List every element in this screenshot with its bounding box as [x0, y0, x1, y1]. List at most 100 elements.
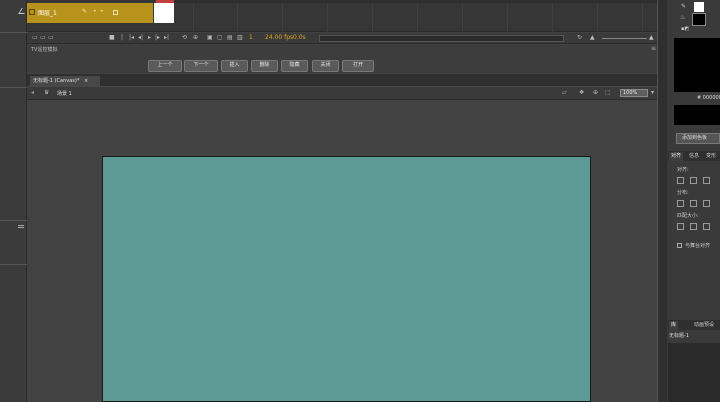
layer-icon: [29, 9, 35, 15]
align-center-icon[interactable]: [690, 177, 697, 184]
stage-canvas[interactable]: [102, 156, 591, 402]
next-button[interactable]: 下一个: [184, 60, 218, 72]
timeline-panel: 图层_1 ✎ • •: [27, 0, 657, 32]
document-tabbar: 无标题-1 (Canvas)* ×: [27, 74, 657, 87]
onion-skin-icon[interactable]: ▣: [207, 34, 213, 41]
fps-value[interactable]: 24.00 fps: [265, 34, 293, 41]
frame-gridline: [372, 3, 373, 32]
edit-symbol-icon[interactable]: ❖: [579, 89, 584, 96]
add-to-swatches-button[interactable]: 添加到色板: [676, 133, 720, 144]
delete-button[interactable]: 删除: [251, 60, 278, 72]
first-frame-icon[interactable]: |◂: [129, 34, 134, 41]
tab-motion-presets[interactable]: 动画预设: [692, 321, 716, 330]
close-button[interactable]: 关闭: [312, 60, 339, 72]
document-tab[interactable]: 无标题-1 (Canvas)* ×: [30, 76, 100, 87]
zoom-out-icon[interactable]: ▲: [590, 34, 595, 41]
back-arrow-icon[interactable]: ◂: [31, 89, 34, 96]
camera-icon[interactable]: ■: [109, 34, 115, 41]
frame-gridline: [193, 3, 194, 32]
frame-gridline: [327, 3, 328, 32]
paint-bucket-icon[interactable]: ♨: [680, 14, 685, 21]
tab-transform[interactable]: 变形: [704, 152, 718, 161]
frame-gridline: [507, 3, 508, 32]
stage-align-label: 与舞台对齐: [685, 243, 711, 249]
vertical-scrollbar[interactable]: [657, 0, 667, 402]
close-tab-icon[interactable]: ×: [84, 78, 88, 84]
layer-name[interactable]: 图层_1: [38, 8, 57, 17]
tab-library[interactable]: 库: [669, 321, 679, 330]
fill-color-swatch[interactable]: [692, 13, 706, 26]
color-preview-bar: [674, 105, 720, 125]
center-frame-icon[interactable]: ⊕: [193, 34, 198, 41]
hide-button[interactable]: 隐藏: [281, 60, 308, 72]
keyframe[interactable]: [154, 3, 174, 23]
divider: [0, 264, 27, 265]
library-list[interactable]: [668, 343, 720, 402]
zoom-select[interactable]: 100%: [620, 89, 648, 97]
timeline-scrollbar[interactable]: [319, 35, 564, 42]
align-label: 对齐:: [677, 167, 689, 173]
prev-frame-icon[interactable]: ◂|: [138, 34, 143, 41]
layer-edit-icon[interactable]: ✎: [82, 8, 87, 15]
library-document-name[interactable]: 无标题-1: [669, 331, 720, 341]
onion-outline-icon[interactable]: ▢: [217, 34, 223, 41]
zoom-in-icon[interactable]: ▲: [649, 34, 654, 41]
panel-menu-icon[interactable]: [18, 225, 24, 228]
open-button[interactable]: 打开: [342, 60, 374, 72]
outline-icon[interactable]: [113, 10, 118, 15]
tab-info[interactable]: 信息: [687, 152, 701, 161]
divider: [0, 87, 27, 88]
toolbar-menu-icon[interactable]: ≡: [651, 45, 656, 52]
tab-align[interactable]: 对齐: [669, 152, 684, 161]
last-frame-icon[interactable]: ▸|: [164, 34, 169, 41]
center-stage-icon[interactable]: ⊕: [593, 89, 598, 96]
new-layer-icon[interactable]: ▭: [32, 34, 38, 41]
timeline-zoom-slider[interactable]: [602, 38, 647, 39]
align-left-icon[interactable]: [677, 177, 684, 184]
align-right-icon[interactable]: [703, 177, 710, 184]
visibility-dot-icon[interactable]: •: [93, 8, 97, 15]
hex-color-field[interactable]: # 000000: [697, 95, 720, 103]
onion-markers-icon[interactable]: ▥: [237, 34, 243, 41]
lock-dot-icon[interactable]: •: [100, 8, 104, 15]
stroke-color-swatch[interactable]: [694, 2, 704, 12]
chevron-down-icon[interactable]: ▾: [651, 89, 654, 96]
delete-layer-icon[interactable]: ▭: [48, 34, 54, 41]
stage-align-checkbox[interactable]: [677, 243, 682, 248]
toolbar-title: TV遥控模拟: [31, 47, 58, 53]
color-picker-area[interactable]: [674, 38, 720, 92]
frame-gridline: [642, 3, 643, 32]
swap-colors-icon[interactable]: ▪◩: [681, 26, 689, 32]
distribute-middle-icon[interactable]: [690, 200, 697, 207]
separator-icon: |: [121, 34, 124, 41]
divider: [0, 220, 27, 221]
new-folder-icon[interactable]: ▭: [40, 34, 46, 41]
play-icon[interactable]: ▸: [148, 34, 151, 41]
elapsed-time: 0.0s: [293, 34, 306, 41]
scene-label[interactable]: 场景 1: [57, 90, 72, 97]
prev-button[interactable]: 上一个: [148, 60, 182, 72]
match-both-icon[interactable]: [703, 223, 710, 230]
frame-gridline: [597, 3, 598, 32]
frame-gridline: [237, 3, 238, 32]
refresh-icon[interactable]: ↻: [577, 34, 582, 41]
align-panel-tabs: 对齐 信息 变形: [668, 151, 720, 161]
match-height-icon[interactable]: [690, 223, 697, 230]
eyedropper-icon[interactable]: ✎: [681, 3, 686, 10]
next-frame-icon[interactable]: |▸: [155, 34, 160, 41]
layer-row[interactable]: 图层_1 ✎ • •: [27, 3, 153, 23]
edit-multiple-icon[interactable]: ▤: [227, 34, 233, 41]
timeline-controls: ▭ ▭ ▭ ■ | |◂ ◂| ▸ |▸ ▸| ⟲ ⊕ ▣ ▢ ▤ ▥ 1 24…: [27, 33, 657, 44]
clip-stage-icon[interactable]: ⬚: [605, 89, 611, 96]
edit-scene-icon[interactable]: ▱: [562, 89, 567, 96]
document-tab-title: 无标题-1 (Canvas)*: [33, 78, 80, 84]
loop-icon[interactable]: ⟲: [182, 34, 187, 41]
insert-button[interactable]: 插入: [221, 60, 248, 72]
match-width-icon[interactable]: [677, 223, 684, 230]
edit-bar: ◂ ♛ 场景 1 ▱ ❖ ⊕ ⬚ 100% ▾: [27, 87, 657, 100]
current-frame[interactable]: 1: [249, 34, 253, 41]
frame-ruler[interactable]: [174, 0, 657, 3]
distribute-top-icon[interactable]: [677, 200, 684, 207]
distribute-bottom-icon[interactable]: [703, 200, 710, 207]
frame-gridline: [417, 3, 418, 32]
